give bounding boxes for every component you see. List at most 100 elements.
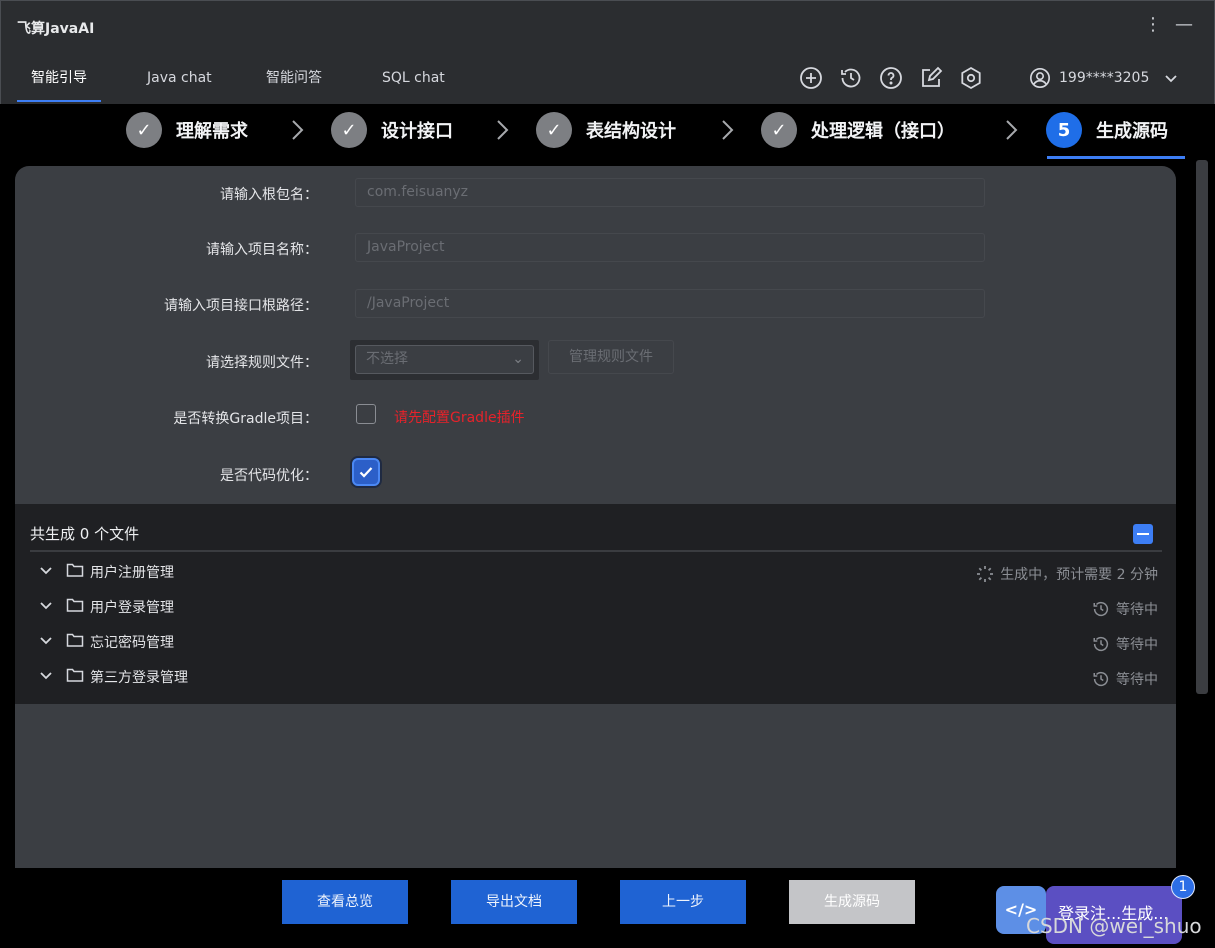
chevron-right-icon [292,120,304,140]
files-count: 共生成 0 个文件 [30,525,140,543]
chevron-down-icon [40,567,52,575]
status-text: 等待中 [1116,602,1158,618]
file-group-name: 第三方登录管理 [90,670,188,686]
history-icon[interactable] [839,66,863,90]
watermark: CSDN @wei_shuo [1026,914,1202,938]
file-group-row[interactable]: 第三方登录管理 等待中 [30,661,1162,691]
file-group-status: 等待中 [1092,669,1158,689]
chevron-down-icon [40,672,52,680]
folder-icon [66,598,84,612]
file-group-row[interactable]: 忘记密码管理 等待中 [30,626,1162,656]
prev-step-button[interactable]: 上一步 [620,880,746,924]
user-phone: 199****3205 [1059,70,1150,86]
status-text: 等待中 [1116,672,1158,688]
tab-sql-chat[interactable]: SQL chat [368,52,459,102]
file-group-status: 等待中 [1092,634,1158,654]
check-icon: ✓ [331,112,367,148]
tab-guide[interactable]: 智能引导 [17,52,101,102]
step-generate[interactable]: 5 生成源码 [1046,112,1168,148]
minimize-icon[interactable]: — [1172,13,1196,37]
step-label: 处理逻辑（接口） [811,121,955,142]
rules-select-wrap: 不选择 ⌄ [350,340,539,380]
chevron-down-icon [40,637,52,645]
spinner-icon [977,566,994,582]
status-text: 生成中，预计需要 2 分钟 [1000,567,1158,583]
history-icon [1093,671,1109,687]
user-avatar-icon [1030,68,1050,88]
step-logic[interactable]: ✓ 处理逻辑（接口） [761,112,955,148]
active-step-indicator [1047,156,1185,159]
path-row: 请输入项目接口根路径： /JavaProject [15,289,1176,319]
notification-badge: 1 [1171,875,1195,899]
tab-qa[interactable]: 智能问答 [252,52,336,102]
step-number: 5 [1046,112,1082,148]
app-title: 飞算JavaAI [17,21,95,37]
check-icon: ✓ [761,112,797,148]
status-text: 等待中 [1116,637,1158,653]
edit-icon[interactable] [919,66,943,90]
gradle-row: 是否转换Gradle项目： 请先配置Gradle插件 [15,402,1176,432]
package-row: 请输入根包名： com.feisuanyz [15,178,1176,208]
folder-icon [66,668,84,682]
gradle-warning: 请先配置Gradle插件 [394,410,525,426]
package-input[interactable]: com.feisuanyz [355,178,985,207]
tab-java-chat[interactable]: Java chat [133,52,226,102]
file-group-name: 用户登录管理 [90,600,174,616]
check-icon: ✓ [126,112,162,148]
chevron-down-icon: ⌄ [512,351,524,367]
export-button[interactable]: 导出文档 [451,880,577,924]
step-label: 设计接口 [381,121,453,142]
step-label: 生成源码 [1096,121,1168,142]
rules-select[interactable]: 不选择 ⌄ [355,345,534,374]
collapse-icon[interactable] [1133,524,1153,544]
settings-icon[interactable] [959,66,983,90]
file-group-name: 用户注册管理 [90,565,174,581]
more-vertical-icon[interactable]: ⋮ [1141,13,1165,37]
chevron-down-icon [1165,75,1177,83]
path-input[interactable]: /JavaProject [355,289,985,318]
check-icon [359,467,373,478]
gradle-checkbox[interactable] [356,404,376,424]
rules-select-value: 不选择 [366,351,408,367]
file-group-name: 忘记密码管理 [90,635,174,651]
file-group-status: 生成中，预计需要 2 分钟 [976,564,1158,584]
package-label: 请输入根包名： [220,187,318,203]
history-icon [1093,601,1109,617]
wizard-steps: ✓ 理解需求 ✓ 设计接口 ✓ 表结构设计 ✓ 处理逻辑（接口） 5 生成源码 [1,104,1213,160]
step-table-design[interactable]: ✓ 表结构设计 [536,112,676,148]
folder-icon [66,633,84,647]
project-label: 请输入项目名称： [206,242,318,258]
optimize-label: 是否代码优化： [220,468,318,484]
manage-rules-button[interactable]: 管理规则文件 [548,340,674,374]
scrollbar[interactable] [1196,160,1208,694]
step-label: 理解需求 [176,121,248,142]
main-nav: 智能引导 Java chat 智能问答 SQL chat 199****3205 [0,52,1215,104]
folder-icon [66,563,84,577]
help-icon[interactable] [879,66,903,90]
overview-button[interactable]: 查看总览 [282,880,408,924]
step-api-design[interactable]: ✓ 设计接口 [331,112,453,148]
user-menu[interactable]: 199****3205 [1029,66,1187,90]
optimize-row: 是否代码优化： [15,458,1176,489]
files-panel: 共生成 0 个文件 用户注册管理 生成中，预计需要 2 分钟 用户登录管理 等待… [15,504,1176,704]
rules-label: 请选择规则文件： [206,355,318,371]
chevron-right-icon [1006,120,1018,140]
step-label: 表结构设计 [586,121,676,142]
generate-button[interactable]: 生成源码 [789,880,915,924]
add-icon[interactable] [799,66,823,90]
project-row: 请输入项目名称： JavaProject [15,233,1176,263]
divider [30,550,1162,552]
file-group-row[interactable]: 用户登录管理 等待中 [30,591,1162,621]
file-group-row[interactable]: 用户注册管理 生成中，预计需要 2 分钟 [30,556,1162,586]
history-icon [1093,636,1109,652]
file-group-status: 等待中 [1092,599,1158,619]
step-understand[interactable]: ✓ 理解需求 [126,112,248,148]
chevron-down-icon [40,602,52,610]
rules-row: 请选择规则文件： 不选择 ⌄ 管理规则文件 [15,340,1176,380]
check-icon: ✓ [536,112,572,148]
path-label: 请输入项目接口根路径： [164,298,318,314]
chevron-right-icon [722,120,734,140]
project-input[interactable]: JavaProject [355,233,985,262]
gradle-label: 是否转换Gradle项目： [173,411,318,427]
optimize-checkbox[interactable] [352,458,380,486]
